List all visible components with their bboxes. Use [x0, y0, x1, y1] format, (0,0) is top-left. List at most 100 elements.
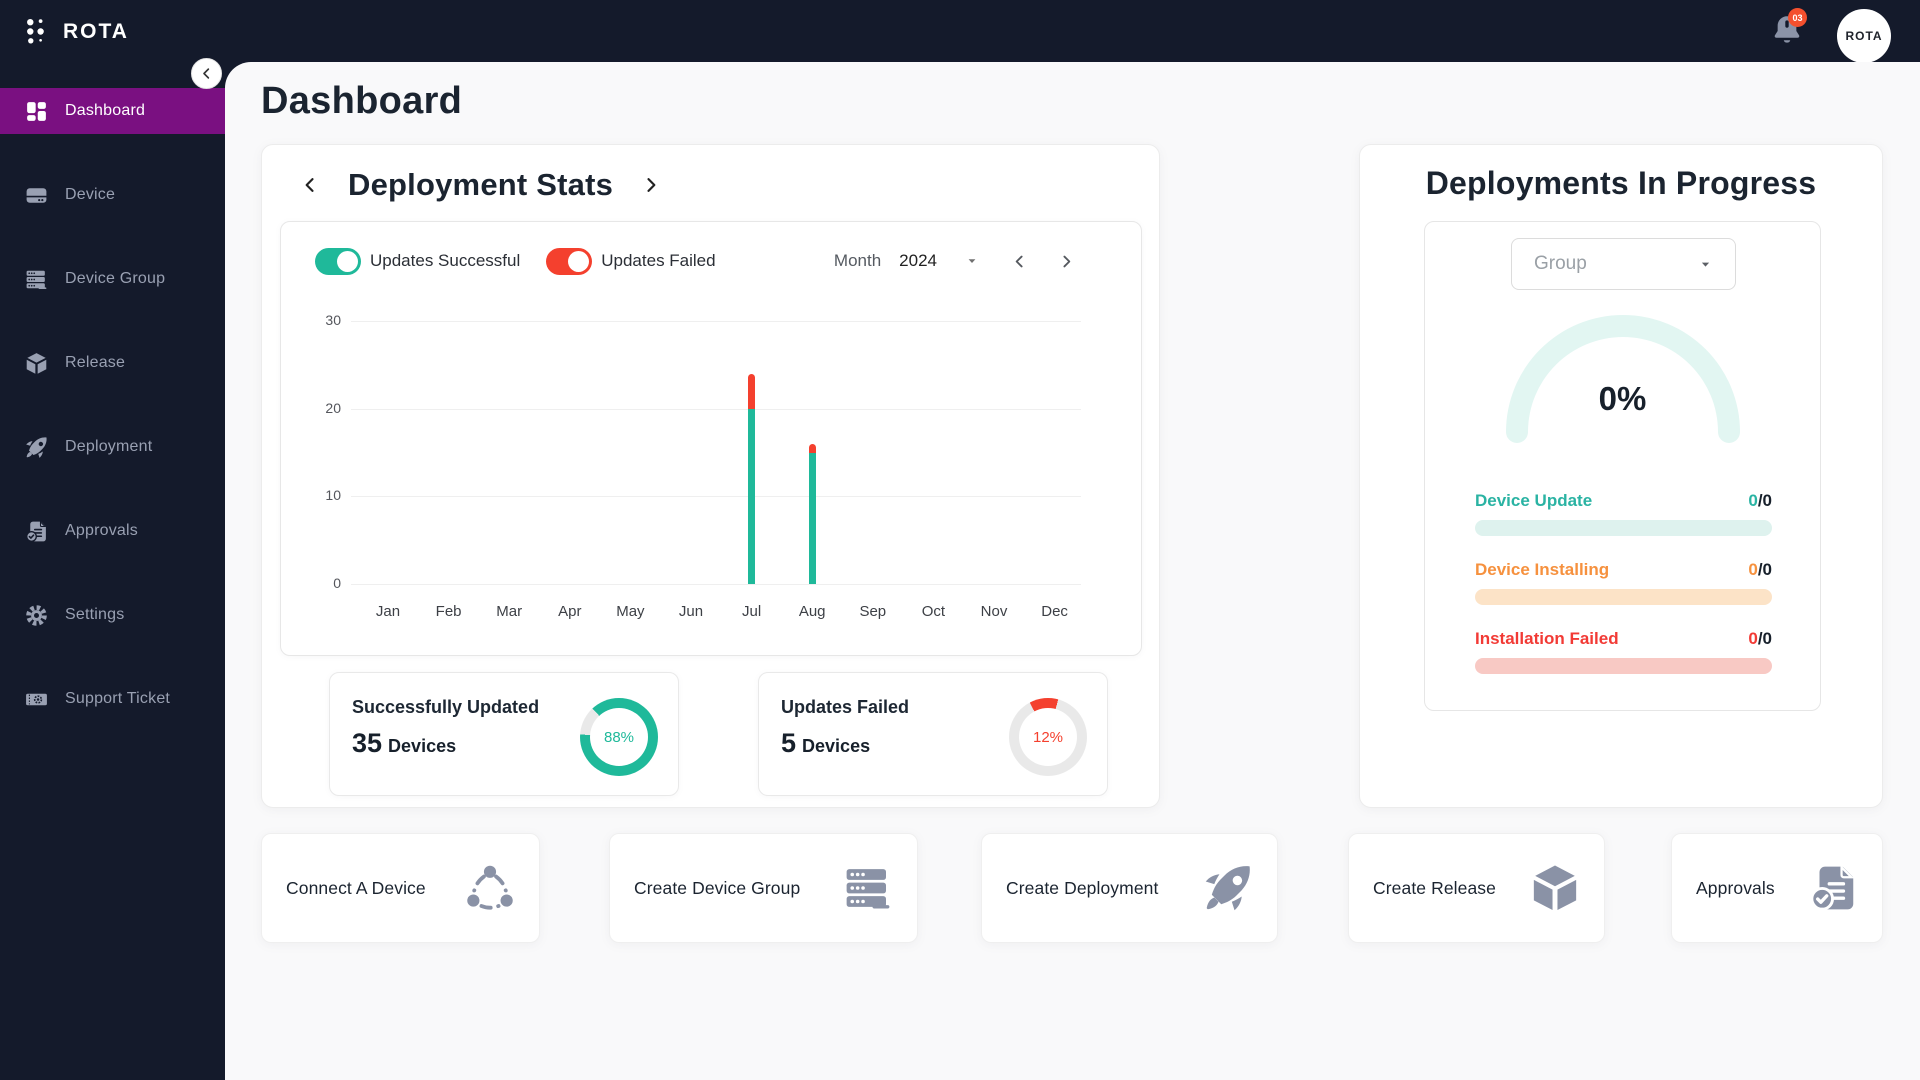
summary-title: Successfully Updated	[352, 697, 540, 717]
chart-bar-aug	[808, 443, 816, 584]
bar-failed-segment	[748, 373, 756, 409]
sidebar-item-label: Device	[65, 186, 116, 203]
gridline	[351, 584, 1081, 585]
progress-value: 0/0	[1748, 560, 1772, 579]
sidebar-item-support-ticket[interactable]: Support Ticket	[0, 676, 225, 722]
updates-successful-toggle[interactable]	[315, 247, 361, 275]
progress-value: 0/0	[1748, 629, 1772, 648]
progress-label: Device Installing	[1475, 560, 1610, 579]
network-icon	[463, 861, 517, 915]
sidebar-item-approvals[interactable]: Approvals	[0, 508, 225, 554]
x-axis-month-label: Oct	[921, 603, 946, 620]
gridline	[351, 321, 1081, 322]
gridline	[351, 496, 1081, 498]
x-axis-month-label: May	[616, 603, 645, 620]
successfully-updated-summary-card: Successfully Updated 35 Devices 88%	[329, 672, 679, 796]
sidebar-item-label: Support Ticket	[65, 690, 171, 707]
x-axis-month-label: Dec	[1041, 603, 1068, 620]
x-axis-month-label: Mar	[496, 603, 523, 620]
deployment-stats-title: Deployment Stats	[348, 167, 614, 202]
x-axis-month-label: Aug	[798, 603, 826, 620]
action-card-create-release[interactable]: Create Release	[1348, 833, 1605, 943]
sidebar-item-device-group[interactable]: Device Group	[0, 256, 225, 302]
progress-label: Installation Failed	[1475, 629, 1619, 648]
success-percent-label: 88%	[603, 728, 635, 746]
gridline	[351, 408, 1081, 410]
sidebar-item-label: Settings	[65, 606, 125, 623]
group-caret-down-icon	[1698, 257, 1713, 272]
deployments-in-progress-card: Deployments In Progress Group 0% Device …	[1359, 144, 1883, 808]
deployment-stats-chart-panel: Updates Successful Updates Failed Month …	[280, 221, 1142, 656]
updates-successful-toggle-label: Updates Successful	[370, 251, 521, 270]
summary-title: Updates Failed	[781, 697, 910, 717]
y-axis-tick-label: 30	[325, 312, 341, 328]
sidebar-item-dashboard[interactable]: Dashboard	[0, 88, 225, 134]
release-icon	[24, 351, 49, 376]
action-label: Create Release	[1373, 877, 1496, 898]
notifications-button[interactable]: 03	[1770, 8, 1807, 48]
overall-progress-value: 0%	[1598, 380, 1647, 417]
bar-failed-segment	[808, 443, 816, 453]
sidebar-item-label: Dashboard	[65, 102, 146, 119]
period-type-label: Month	[833, 251, 882, 270]
summary-count: 35 Devices	[352, 728, 457, 758]
period-next-chevron-icon[interactable]	[1058, 253, 1075, 270]
x-axis-month-label: Nov	[980, 603, 1008, 620]
page-title: Dashboard	[261, 80, 463, 122]
sidebar-item-deployment[interactable]: Deployment	[0, 424, 225, 470]
stats-next-chevron-icon[interactable]	[641, 175, 661, 195]
device-group-icon	[841, 861, 895, 915]
x-axis-month-label: Apr	[558, 603, 582, 620]
summary-count: 5 Devices	[781, 728, 871, 758]
sidebar-item-release[interactable]: Release	[0, 340, 225, 386]
updates-failed-toggle[interactable]	[546, 247, 593, 275]
deployments-in-progress-title: Deployments In Progress	[1425, 165, 1817, 201]
action-card-approvals[interactable]: Approvals	[1671, 833, 1883, 943]
user-avatar[interactable]: ROTA	[1837, 9, 1891, 63]
dashboard-icon	[24, 99, 49, 124]
period-value[interactable]: 2024	[899, 251, 937, 271]
progress-row-device-update: Device Update 0/0	[1475, 490, 1772, 536]
period-prev-chevron-icon[interactable]	[1011, 253, 1028, 270]
progress-value: 0/0	[1748, 491, 1772, 510]
group-select[interactable]: Group	[1511, 238, 1736, 290]
progress-row-installation-failed: Installation Failed 0/0	[1475, 628, 1772, 674]
action-card-connect-a-device[interactable]: Connect A Device	[261, 833, 540, 943]
progress-bar	[1475, 520, 1772, 536]
sidebar-item-label: Approvals	[65, 522, 138, 539]
group-select-placeholder: Group	[1534, 253, 1587, 274]
updates-failed-toggle-label: Updates Failed	[601, 251, 716, 270]
sidebar-item-settings[interactable]: Settings	[0, 592, 225, 638]
sidebar-item-device[interactable]: Device	[0, 172, 225, 218]
y-axis-tick-label: 0	[333, 575, 341, 591]
rocket-icon	[1201, 861, 1255, 915]
updates-bar-chart: 0 10 20 30 Jan Feb Mar Apr May Jun Jul Aug Sep Oct Nov…	[325, 312, 1081, 620]
approvals-icon	[24, 519, 49, 544]
approvals-icon	[1806, 861, 1860, 915]
sidebar-menu: Dashboard Device Device Group Release Deploy…	[0, 88, 225, 722]
period-caret-down-icon[interactable]	[965, 254, 979, 268]
progress-bar	[1475, 658, 1772, 674]
y-axis-tick-label: 10	[325, 487, 341, 504]
sidebar-item-label: Release	[65, 354, 126, 371]
action-card-create-device-group[interactable]: Create Device Group	[609, 833, 918, 943]
progress-bar	[1475, 589, 1772, 605]
action-card-create-deployment[interactable]: Create Deployment	[981, 833, 1278, 943]
x-axis-month-label: Jul	[742, 603, 762, 620]
progress-label: Device Update	[1475, 491, 1593, 510]
chart-bar-jul	[748, 373, 756, 584]
bar-success-segment	[808, 452, 816, 584]
main-content: Dashboard Deployment Stats Updates Succe…	[225, 62, 1920, 1080]
stats-prev-chevron-icon[interactable]	[300, 175, 320, 195]
settings-icon	[24, 603, 49, 628]
sidebar-item-label: Device Group	[65, 270, 166, 287]
rocket-icon	[24, 435, 49, 460]
sidebar-collapse-button[interactable]	[191, 58, 222, 89]
action-label: Create Device Group	[634, 877, 801, 898]
device-icon	[24, 183, 49, 208]
x-axis-month-label: Sep	[859, 603, 887, 620]
action-label: Approvals	[1696, 877, 1775, 898]
notification-count-badge: 03	[1788, 8, 1807, 27]
action-label: Create Deployment	[1006, 877, 1159, 898]
success-percent-donut: 88%	[580, 698, 658, 776]
